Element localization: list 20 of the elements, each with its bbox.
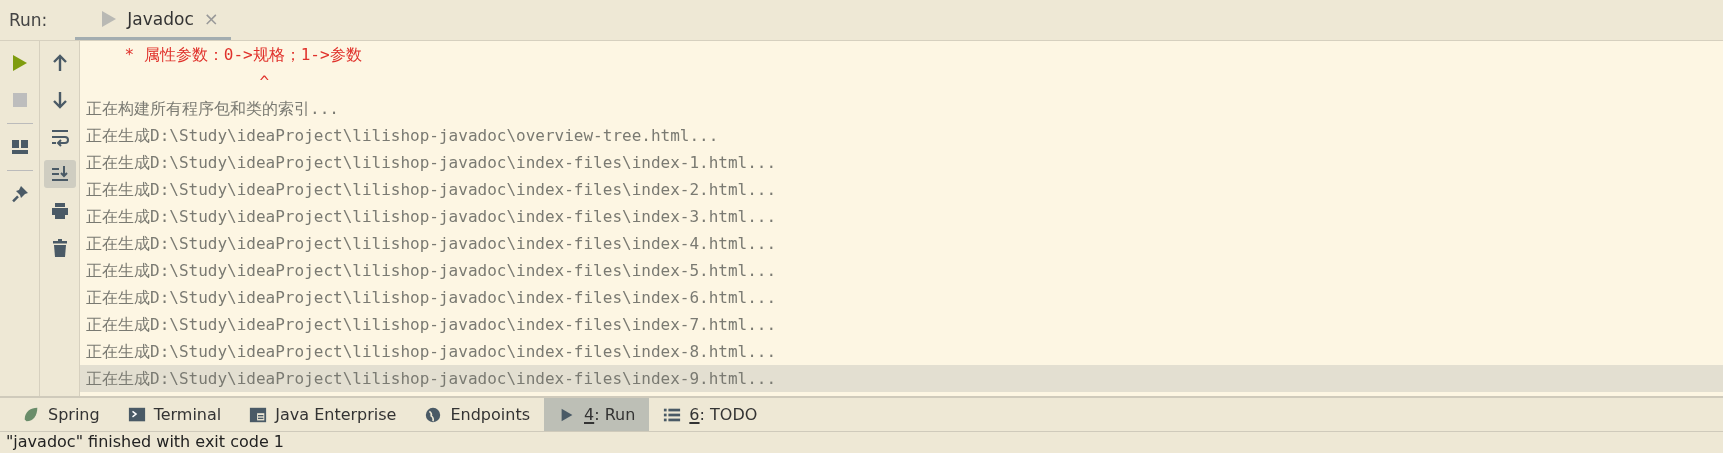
tool-window-tab[interactable]: Java Enterprise	[235, 398, 411, 431]
console-line: 正在生成D:\Study\ideaProject\lilishop-javadoc\index-files\index-7.html...	[85, 314, 778, 336]
console-line: ^	[258, 71, 271, 93]
console-line: 正在生成D:\Study\ideaProject\lilishop-javadoc\index-files\index-3.html...	[85, 206, 778, 228]
run-label: Run:	[8, 10, 49, 30]
console-line: 正在生成D:\Study\ideaProject\lilishop-javadoc\index-files\index-2.html...	[85, 179, 778, 201]
tool-window-tab[interactable]: Spring	[8, 398, 114, 431]
console-line: 正在生成D:\Study\ideaProject\lilishop-javadoc\index-files\index-4.html...	[85, 233, 778, 255]
console-line: 正在生成D:\Study\ideaProject\lilishop-javadoc\overview-tree.html...	[85, 125, 720, 147]
tool-window-tab[interactable]: 4: Run	[544, 398, 650, 431]
console-line: 正在生成D:\Study\ideaProject\lilishop-javadoc\index-files\index-6.html...	[85, 287, 778, 309]
tool-window-tab[interactable]: 6: TODO	[649, 398, 772, 431]
console-line: 正在生成D:\Study\ideaProject\lilishop-javadoc\index-files\index-8.html...	[85, 341, 778, 363]
console-line: * 属性参数：0->规格；1->参数	[123, 44, 363, 66]
console-line: 正在生成D:\Study\ideaProject\lilishop-javadoc\index-files\index-1.html...	[85, 152, 778, 174]
console-line: 正在生成D:\Study\ideaProject\lilishop-javadoc\index-files\index-5.html...	[85, 260, 778, 282]
console-line: 正在构建所有程序包和类的索引...	[85, 98, 340, 120]
tool-window-tab[interactable]: Endpoints	[410, 398, 544, 431]
status-text: "javadoc" finished with exit code 1	[0, 431, 1723, 452]
tool-window-tab[interactable]: Terminal	[113, 398, 236, 431]
